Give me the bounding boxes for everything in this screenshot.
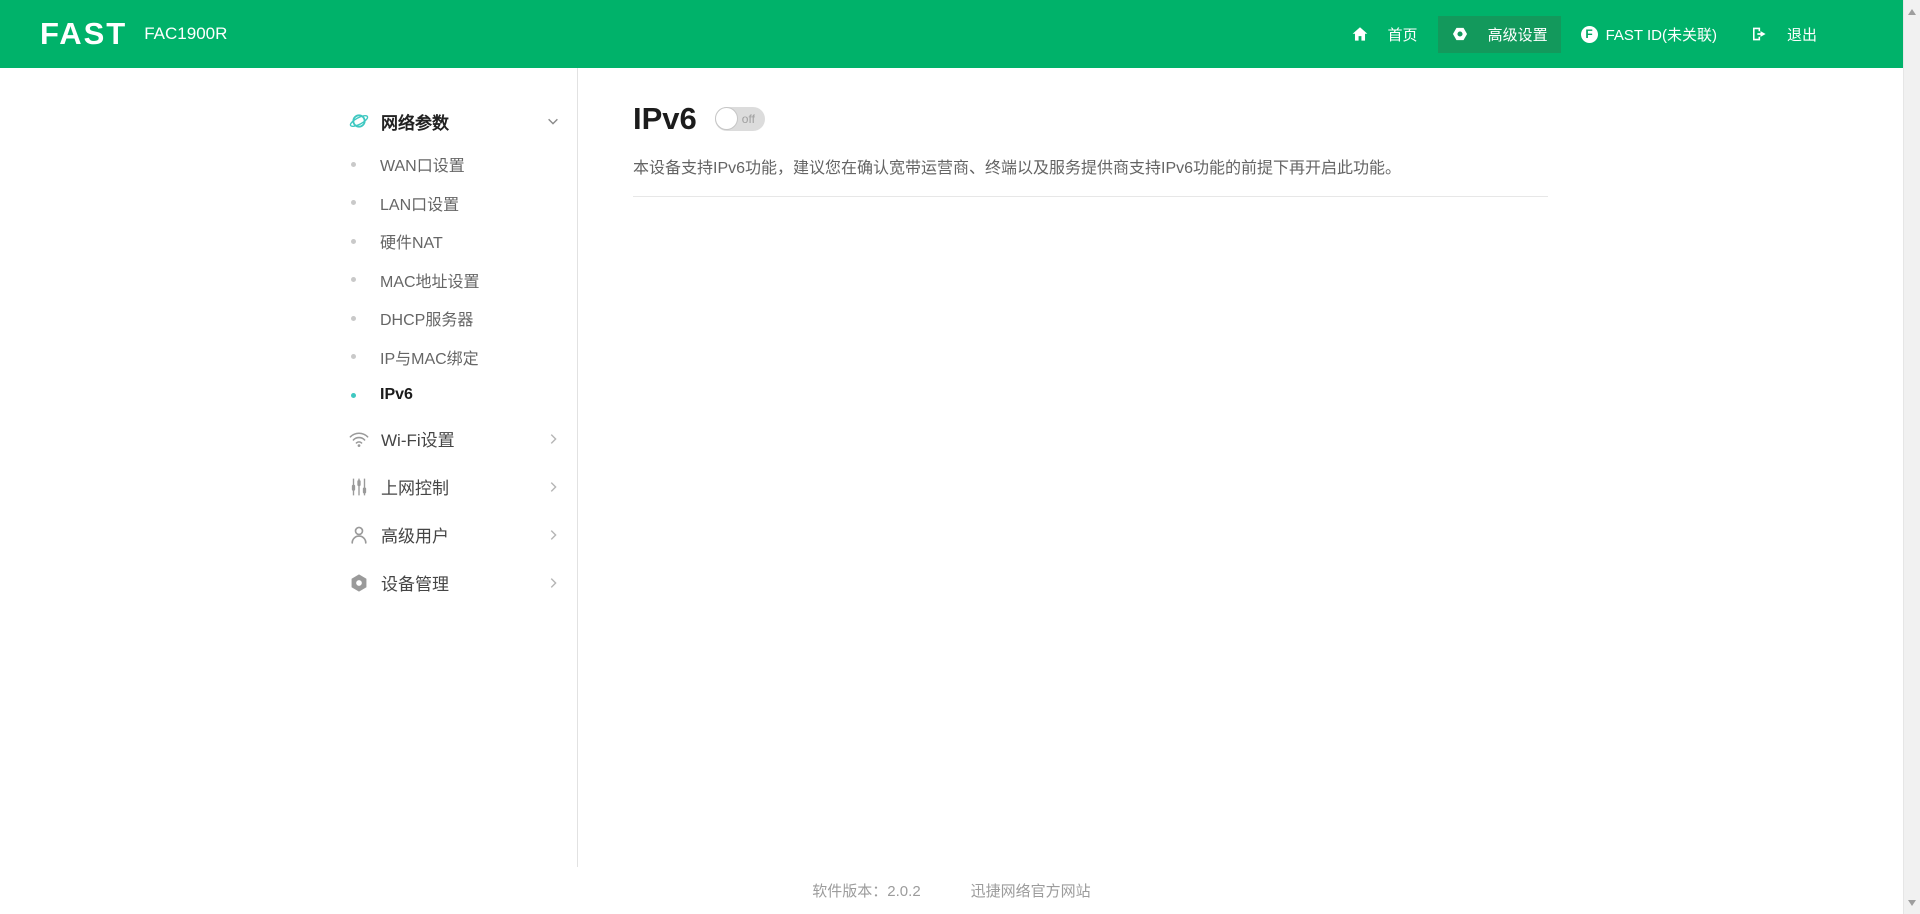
main-content: IPv6 off 本设备支持IPv6功能，建议您在确认宽带运营商、终端以及服务提… (578, 68, 1920, 867)
user-icon (348, 524, 370, 546)
sidebar-item-hardware-nat[interactable]: 硬件NAT (348, 222, 560, 261)
sidebar-item-device-management[interactable]: 设备管理 (348, 559, 560, 607)
sidebar-item-advanced-user[interactable]: 高级用户 (348, 511, 560, 559)
bullet-icon (351, 162, 356, 167)
nav-home[interactable]: 首页 (1338, 16, 1431, 53)
vertical-scrollbar[interactable] (1903, 0, 1920, 914)
official-site-link[interactable]: 迅捷网络官方网站 (971, 880, 1091, 901)
nav-advanced-settings-label: 高级设置 (1488, 24, 1548, 45)
network-globe-icon (348, 110, 370, 132)
chevron-right-icon (546, 576, 560, 590)
sidebar-item-ipv6[interactable]: IPv6 (348, 376, 560, 415)
nav-home-label: 首页 (1388, 24, 1418, 45)
page: FAST FAC1900R 首页 高级设置 F FAST ID(未关联) (0, 0, 1920, 914)
chevron-right-icon (546, 432, 560, 446)
triangle-up-icon (1908, 9, 1916, 15)
ipv6-toggle[interactable]: off (715, 107, 765, 131)
toggle-state-label: off (742, 112, 755, 126)
sidebar-item-access-control[interactable]: 上网控制 (348, 463, 560, 511)
nav-fast-id[interactable]: F FAST ID(未关联) (1568, 16, 1730, 53)
body-row: 网络参数 WAN口设置 LAN口设置 硬件NAT (0, 68, 1920, 867)
sidebar-item-label: Wi-Fi设置 (381, 426, 455, 451)
bullet-icon (351, 316, 356, 321)
sidebar: 网络参数 WAN口设置 LAN口设置 硬件NAT (0, 68, 578, 867)
nav-logout[interactable]: 退出 (1737, 16, 1830, 53)
bullet-icon (351, 239, 356, 244)
sidebar-item-label: 高级用户 (381, 522, 449, 547)
scroll-up-button[interactable] (1904, 3, 1920, 20)
device-model: FAC1900R (144, 24, 227, 44)
ipv6-description: 本设备支持IPv6功能，建议您在确认宽带运营商、终端以及服务提供商支持IPv6功… (633, 154, 1920, 178)
fast-logo: FAST (40, 16, 127, 52)
sidebar-item-label: 设备管理 (381, 570, 449, 595)
bullet-icon (351, 200, 356, 205)
sidebar-item-wifi-settings[interactable]: Wi-Fi设置 (348, 415, 560, 463)
title-row: IPv6 off (633, 100, 1920, 138)
sidebar-item-dhcp-server[interactable]: DHCP服务器 (348, 299, 560, 338)
sliders-icon (348, 476, 370, 498)
page-footer: 软件版本：2.0.2 迅捷网络官方网站 (0, 867, 1903, 914)
nav-fast-id-label: FAST ID(未关联) (1606, 24, 1717, 45)
sidebar-item-ip-mac-binding[interactable]: IP与MAC绑定 (348, 338, 560, 377)
software-version: 软件版本：2.0.2 (812, 880, 920, 901)
bullet-icon (351, 277, 356, 282)
app-header: FAST FAC1900R 首页 高级设置 F FAST ID(未关联) (0, 0, 1920, 68)
sidebar-item-network-params[interactable]: 网络参数 (348, 97, 560, 145)
sidebar-nav: 网络参数 WAN口设置 LAN口设置 硬件NAT (348, 97, 560, 607)
sidebar-item-lan-settings[interactable]: LAN口设置 (348, 184, 560, 223)
sidebar-item-wan-settings[interactable]: WAN口设置 (348, 145, 560, 184)
sidebar-item-label: 上网控制 (381, 474, 449, 499)
triangle-down-icon (1908, 900, 1916, 906)
fast-id-icon: F (1581, 26, 1598, 43)
nav-advanced-settings[interactable]: 高级设置 (1438, 16, 1561, 53)
scroll-down-button[interactable] (1904, 894, 1920, 911)
top-nav: 首页 高级设置 F FAST ID(未关联) 退出 (1331, 16, 1830, 53)
bullet-icon (351, 354, 356, 359)
toggle-knob-icon (715, 107, 738, 130)
chevron-down-icon (546, 114, 560, 128)
page-title: IPv6 (633, 101, 697, 137)
sidebar-item-mac-address[interactable]: MAC地址设置 (348, 261, 560, 300)
logout-icon (1750, 25, 1768, 43)
chevron-right-icon (546, 480, 560, 494)
bullet-icon (351, 393, 356, 398)
nav-logout-label: 退出 (1787, 24, 1817, 45)
chevron-right-icon (546, 528, 560, 542)
wifi-icon (348, 428, 370, 450)
home-icon (1351, 25, 1369, 43)
sidebar-item-label: 网络参数 (381, 109, 449, 134)
content-divider (633, 196, 1548, 197)
gear-icon (1451, 25, 1469, 43)
nut-icon (348, 572, 370, 594)
